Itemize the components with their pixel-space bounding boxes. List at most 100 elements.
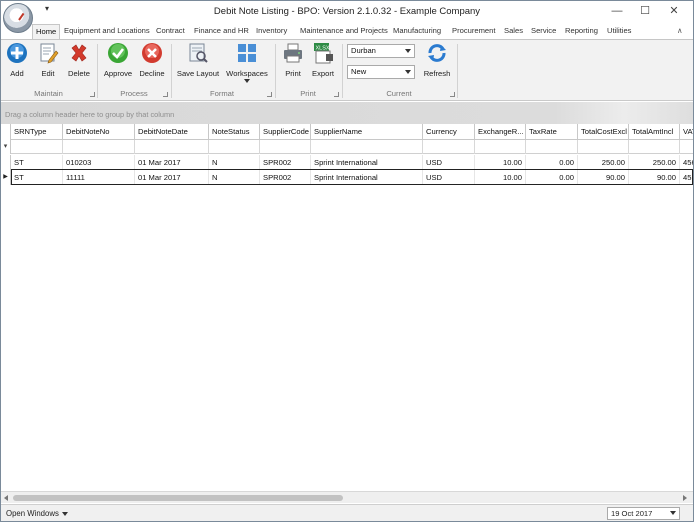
site-combo[interactable]: Durban — [347, 44, 415, 58]
column-header-exchangerate[interactable]: ExchangeR... — [475, 124, 526, 140]
process-launcher-icon[interactable] — [163, 92, 168, 97]
column-header-totalcostexcl[interactable]: TotalCostExcl — [578, 124, 629, 140]
group-label-maintain: Maintain — [34, 89, 63, 98]
cell-debitnotedate[interactable]: 01 Mar 2017 — [135, 170, 209, 185]
filter-cell[interactable] — [475, 140, 526, 154]
column-header-currency[interactable]: Currency — [423, 124, 475, 140]
approve-button[interactable]: Approve — [103, 42, 133, 88]
filter-cell[interactable] — [629, 140, 680, 154]
tab-reporting[interactable]: Reporting — [562, 24, 601, 39]
tab-finance-and-hr[interactable]: Finance and HR — [191, 24, 252, 39]
grid-filter-row[interactable]: ▾ — [1, 140, 693, 154]
open-windows-button[interactable]: Open Windows — [6, 509, 68, 518]
maintain-launcher-icon[interactable] — [90, 92, 95, 97]
edit-button[interactable]: Edit — [35, 42, 61, 88]
export-button[interactable]: XLSX Export — [309, 42, 337, 88]
column-header-suppliercode[interactable]: SupplierCode — [260, 124, 311, 140]
tab-inventory[interactable]: Inventory — [253, 24, 290, 39]
scroll-right-icon[interactable] — [683, 495, 687, 501]
tab-procurement[interactable]: Procurement — [449, 24, 498, 39]
minimize-button[interactable]: — — [605, 3, 629, 19]
column-header-srntype[interactable]: SRNType — [11, 124, 63, 140]
close-button[interactable]: ✕ — [662, 3, 686, 19]
filter-cell[interactable] — [260, 140, 311, 154]
cell-taxrate[interactable]: 0.00 — [526, 155, 578, 170]
tab-utilities[interactable]: Utilities — [604, 24, 634, 39]
filter-cell[interactable] — [63, 140, 135, 154]
filter-cell[interactable] — [423, 140, 475, 154]
maximize-button[interactable]: ☐ — [633, 3, 657, 19]
refresh-button[interactable]: Refresh — [421, 42, 453, 88]
decline-button[interactable]: Decline — [138, 42, 166, 88]
column-header-vat[interactable]: VAT — [680, 124, 693, 140]
tab-sales[interactable]: Sales — [501, 24, 526, 39]
status-combo-value: New — [351, 67, 367, 76]
row-indicator-cell[interactable] — [1, 155, 11, 170]
filter-cell[interactable] — [526, 140, 578, 154]
workspaces-button[interactable]: Workspaces — [225, 42, 269, 88]
cell-debitnotedate[interactable]: 01 Mar 2017 — [135, 155, 209, 170]
cell-suppliercode[interactable]: SPR002 — [260, 170, 311, 185]
cell-taxrate[interactable]: 0.00 — [526, 170, 578, 185]
cell-suppliername[interactable]: Sprint International — [311, 170, 423, 185]
date-field[interactable]: 19 Oct 2017 — [607, 507, 680, 520]
filter-cell[interactable] — [311, 140, 423, 154]
cell-exchangerate[interactable]: 10.00 — [475, 155, 526, 170]
filter-cell[interactable] — [680, 140, 693, 154]
column-header-notestatus[interactable]: NoteStatus — [209, 124, 260, 140]
cell-totalcostexcl[interactable]: 250.00 — [578, 155, 629, 170]
date-value: 19 Oct 2017 — [611, 509, 653, 518]
cell-srntype[interactable]: ST — [11, 170, 63, 185]
cell-debitnoteno[interactable]: 010203 — [63, 155, 135, 170]
row-focus-arrow-icon[interactable]: ▶ — [1, 170, 11, 185]
cell-srntype[interactable]: ST — [11, 155, 63, 170]
tab-service[interactable]: Service — [528, 24, 559, 39]
save-layout-button[interactable]: Save Layout — [176, 42, 220, 88]
tab-manufacturing[interactable]: Manufacturing — [390, 24, 444, 39]
delete-button[interactable]: Delete — [65, 42, 93, 88]
ribbon-options-chevron-icon[interactable]: ∧ — [674, 24, 686, 39]
status-combo[interactable]: New — [347, 65, 415, 79]
cell-exchangerate[interactable]: 10.00 — [475, 170, 526, 185]
current-launcher-icon[interactable] — [450, 92, 455, 97]
column-header-taxrate[interactable]: TaxRate — [526, 124, 578, 140]
group-by-panel[interactable]: Drag a column header here to group by th… — [1, 102, 693, 124]
cell-totalamtincl[interactable]: 250.00 — [629, 155, 680, 170]
scrollbar-thumb[interactable] — [13, 495, 343, 501]
filter-cell[interactable] — [11, 140, 63, 154]
cell-suppliername[interactable]: Sprint International — [311, 155, 423, 170]
cell-vat[interactable]: 45 — [680, 170, 693, 185]
column-header-debitnoteno[interactable]: DebitNoteNo — [63, 124, 135, 140]
grid-header-row: SRNType DebitNoteNo DebitNoteDate NoteSt… — [1, 124, 693, 140]
format-launcher-icon[interactable] — [267, 92, 272, 97]
cell-totalcostexcl[interactable]: 90.00 — [578, 170, 629, 185]
table-row[interactable]: ST 010203 01 Mar 2017 N SPR002 Sprint In… — [1, 155, 693, 170]
cell-notestatus[interactable]: N — [209, 155, 260, 170]
add-button[interactable]: Add — [4, 42, 30, 88]
scroll-left-icon[interactable] — [4, 495, 8, 501]
cell-suppliercode[interactable]: SPR002 — [260, 155, 311, 170]
edit-document-icon — [37, 42, 59, 64]
cell-vat[interactable]: 456 — [680, 155, 693, 170]
decline-icon — [141, 42, 163, 64]
tab-home[interactable]: Home — [32, 24, 61, 39]
print-launcher-icon[interactable] — [334, 92, 339, 97]
cell-currency[interactable]: USD — [423, 170, 475, 185]
cell-currency[interactable]: USD — [423, 155, 475, 170]
horizontal-scrollbar[interactable] — [1, 491, 693, 503]
filter-cell[interactable] — [578, 140, 629, 154]
tab-equipment-and-locations[interactable]: Equipment and Locations — [61, 24, 153, 39]
print-button[interactable]: Print — [280, 42, 306, 88]
cell-debitnoteno[interactable]: 11111 — [63, 170, 135, 185]
column-header-totalamtincl[interactable]: TotalAmtIncl — [629, 124, 680, 140]
tab-maintenance-and-projects[interactable]: Maintenance and Projects — [297, 24, 391, 39]
cell-totalamtincl[interactable]: 90.00 — [629, 170, 680, 185]
app-menu-logo-icon[interactable] — [3, 3, 33, 33]
column-header-debitnotedate[interactable]: DebitNoteDate — [135, 124, 209, 140]
column-header-suppliername[interactable]: SupplierName — [311, 124, 423, 140]
filter-cell[interactable] — [209, 140, 260, 154]
tab-contract[interactable]: Contract — [153, 24, 188, 39]
cell-notestatus[interactable]: N — [209, 170, 260, 185]
filter-cell[interactable] — [135, 140, 209, 154]
table-row[interactable]: ▶ ST 11111 01 Mar 2017 N SPR002 Sprint I… — [1, 170, 693, 185]
